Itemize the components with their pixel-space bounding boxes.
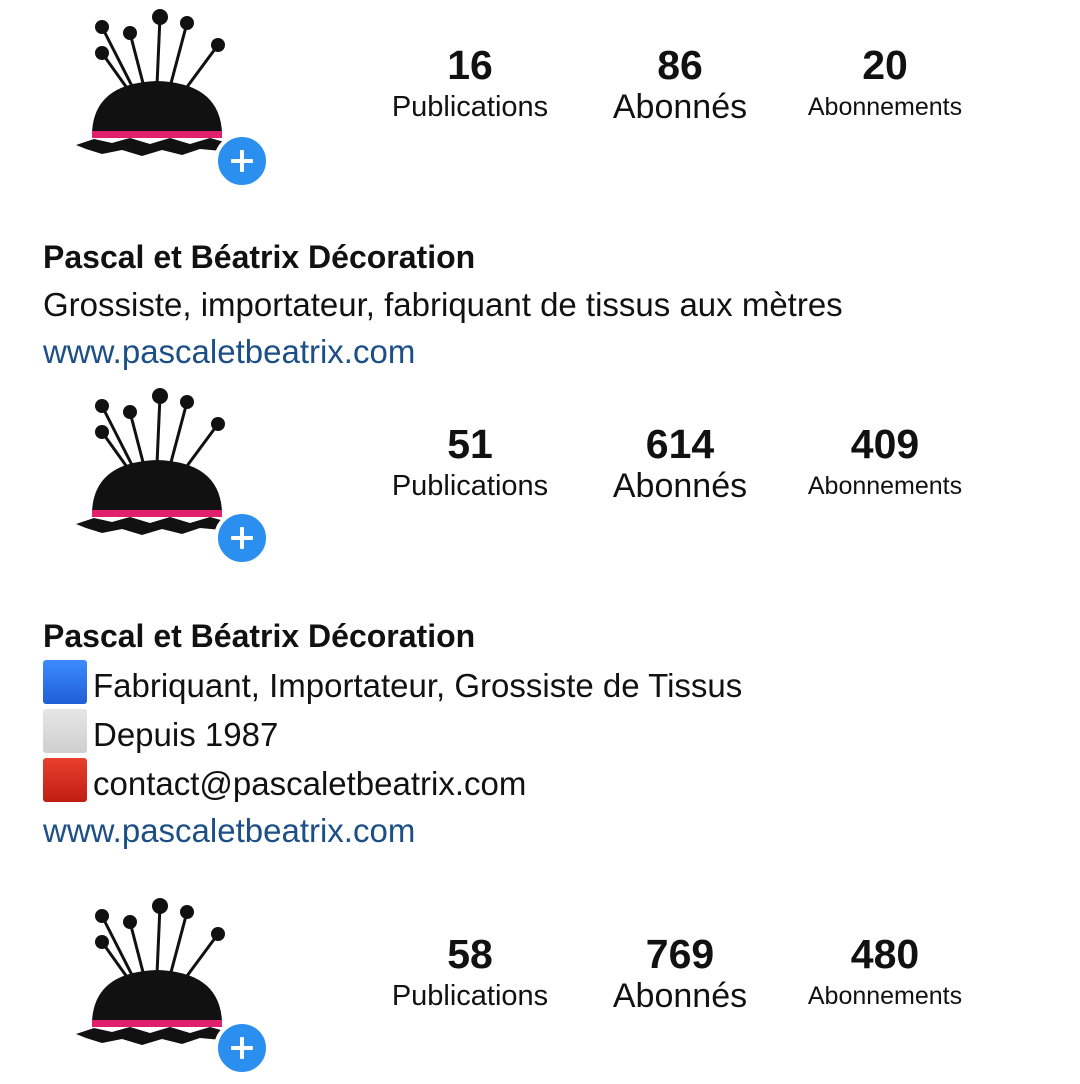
following-count[interactable]: 409 Abonnements	[785, 420, 985, 504]
profile-name: Pascal et Béatrix Décoration	[43, 618, 476, 654]
white-square-icon	[43, 709, 87, 753]
profile-header-3: 58 Publications 769 Abonnés 480 Abonneme…	[0, 894, 1080, 1084]
profile-name: Pascal et Béatrix Décoration	[43, 239, 476, 275]
pincushion-logo-icon	[76, 9, 228, 156]
plus-icon	[231, 1037, 253, 1059]
email-text[interactable]: contact@pascaletbeatrix.com	[93, 765, 526, 802]
add-story-button[interactable]	[214, 1020, 270, 1076]
bio-line-text: Fabriquant, Importateur, Grossiste de Ti…	[93, 667, 743, 704]
followers-value: 769	[645, 931, 715, 977]
profile-header-2: 51 Publications 614 Abonnés 409 Abonneme…	[0, 384, 1080, 574]
following-count[interactable]: 480 Abonnements	[785, 930, 985, 1014]
posts-label: Publications	[391, 91, 549, 123]
following-value: 480	[850, 931, 920, 977]
following-value: 20	[862, 42, 908, 88]
posts-count[interactable]: 16 Publications	[370, 41, 570, 125]
following-label: Abonnements	[807, 93, 963, 121]
posts-value: 16	[447, 42, 493, 88]
followers-label: Abonnés	[612, 977, 748, 1015]
bio-line: contact@pascaletbeatrix.com	[43, 758, 1043, 807]
followers-count[interactable]: 769 Abonnés	[595, 930, 765, 1014]
posts-value: 58	[447, 931, 493, 977]
followers-value: 86	[657, 42, 703, 88]
profile-avatar[interactable]	[72, 894, 272, 1084]
profile-bio-1: Pascal et Béatrix Décoration Grossiste, …	[43, 234, 1043, 375]
website-link[interactable]: www.pascaletbeatrix.com	[43, 328, 1043, 375]
profile-header-1: 16 Publications 86 Abonnés 20 Abonnement…	[0, 5, 1080, 195]
bio-line: Depuis 1987	[43, 709, 1043, 758]
add-story-button[interactable]	[214, 510, 270, 566]
blue-square-icon	[43, 660, 87, 704]
bio-line: Fabriquant, Importateur, Grossiste de Ti…	[43, 660, 1043, 709]
following-count[interactable]: 20 Abonnements	[785, 41, 985, 125]
followers-value: 614	[645, 421, 715, 467]
following-label: Abonnements	[807, 472, 963, 500]
plus-icon	[231, 527, 253, 549]
pincushion-logo-icon	[76, 898, 228, 1045]
followers-count[interactable]: 86 Abonnés	[595, 41, 765, 125]
red-square-icon	[43, 758, 87, 802]
pincushion-logo-icon	[76, 388, 228, 535]
profile-avatar[interactable]	[72, 5, 272, 195]
posts-count[interactable]: 58 Publications	[370, 930, 570, 1014]
posts-value: 51	[447, 421, 493, 467]
following-label: Abonnements	[807, 982, 963, 1010]
followers-label: Abonnés	[612, 88, 748, 126]
profile-bio-2: Pascal et Béatrix Décoration Fabriquant,…	[43, 613, 1043, 854]
followers-label: Abonnés	[612, 467, 748, 505]
following-value: 409	[850, 421, 920, 467]
add-story-button[interactable]	[214, 133, 270, 189]
posts-count[interactable]: 51 Publications	[370, 420, 570, 504]
followers-count[interactable]: 614 Abonnés	[595, 420, 765, 504]
bio-line: Grossiste, importateur, fabriquant de ti…	[43, 286, 843, 323]
website-link[interactable]: www.pascaletbeatrix.com	[43, 807, 1043, 854]
posts-label: Publications	[391, 470, 549, 502]
bio-line-text: Depuis 1987	[93, 716, 279, 753]
profile-avatar[interactable]	[72, 384, 272, 574]
plus-icon	[231, 150, 253, 172]
posts-label: Publications	[391, 980, 549, 1012]
